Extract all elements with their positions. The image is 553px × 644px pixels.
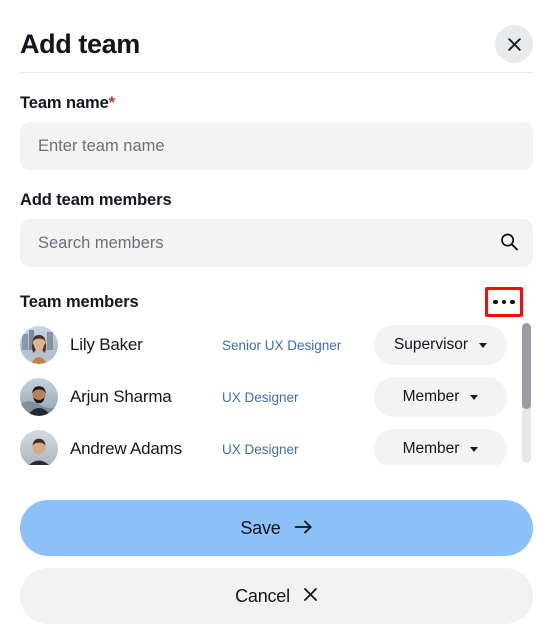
avatar bbox=[20, 326, 58, 364]
team-name-label: Team name* bbox=[20, 94, 533, 113]
ellipsis-icon bbox=[493, 299, 515, 305]
member-role-select[interactable]: Supervisor bbox=[374, 325, 507, 365]
member-role-label: Supervisor bbox=[393, 336, 469, 353]
add-team-members-label: Add team members bbox=[20, 191, 172, 209]
member-role-label: Member bbox=[402, 440, 460, 457]
member-name: Andrew Adams bbox=[70, 439, 182, 458]
member-options-more-button[interactable] bbox=[485, 287, 523, 317]
team-members-header: Team members bbox=[20, 287, 533, 317]
close-x-icon bbox=[303, 587, 318, 605]
chevron-down-icon bbox=[470, 394, 479, 400]
member-name: Lily Baker bbox=[70, 335, 143, 354]
member-title: UX Designer bbox=[222, 441, 299, 457]
close-dialog-button[interactable] bbox=[495, 25, 533, 63]
avatar bbox=[20, 378, 58, 416]
page-title: Add team bbox=[20, 28, 140, 59]
members-scrollbar-thumb[interactable] bbox=[522, 323, 531, 409]
team-name-input[interactable] bbox=[20, 122, 533, 170]
member-name: Arjun Sharma bbox=[70, 387, 172, 406]
avatar bbox=[20, 430, 58, 465]
chevron-down-icon bbox=[470, 446, 479, 452]
chevron-down-icon bbox=[479, 342, 488, 348]
member-role-select[interactable]: Member bbox=[374, 429, 507, 465]
add-team-dialog: Add team Team name* Add team members bbox=[0, 0, 553, 644]
save-button[interactable]: Save bbox=[20, 500, 533, 556]
search-button[interactable] bbox=[497, 230, 521, 257]
table-row[interactable]: Lily Baker Senior UX Designer Supervisor bbox=[20, 321, 509, 369]
dialog-header: Add team bbox=[0, 0, 553, 66]
search-members-field-wrap bbox=[20, 219, 533, 267]
team-members-heading: Team members bbox=[20, 292, 139, 311]
required-asterisk: * bbox=[108, 94, 115, 112]
search-members-input[interactable] bbox=[20, 219, 533, 267]
member-role-select[interactable]: Member bbox=[374, 377, 507, 417]
dialog-body: Team name* Add team members Team members bbox=[0, 73, 553, 465]
close-icon bbox=[507, 37, 522, 52]
team-name-field-wrap bbox=[20, 122, 533, 170]
cancel-button[interactable]: Cancel bbox=[20, 568, 533, 624]
dialog-footer: Save Cancel bbox=[0, 484, 553, 644]
search-icon bbox=[499, 232, 519, 255]
save-button-label: Save bbox=[240, 517, 281, 538]
members-scrollbar[interactable] bbox=[522, 323, 531, 463]
cancel-button-label: Cancel bbox=[235, 585, 290, 606]
member-role-label: Member bbox=[402, 388, 460, 405]
arrow-right-icon bbox=[294, 519, 313, 538]
table-row[interactable]: Andrew Adams UX Designer Member bbox=[20, 425, 509, 465]
member-title: Senior UX Designer bbox=[222, 337, 342, 353]
team-members-list: Lily Baker Senior UX Designer Supervisor bbox=[20, 321, 533, 465]
table-row[interactable]: Arjun Sharma UX Designer Member bbox=[20, 373, 509, 421]
member-title: UX Designer bbox=[222, 389, 299, 405]
team-name-label-text: Team name bbox=[20, 94, 109, 112]
